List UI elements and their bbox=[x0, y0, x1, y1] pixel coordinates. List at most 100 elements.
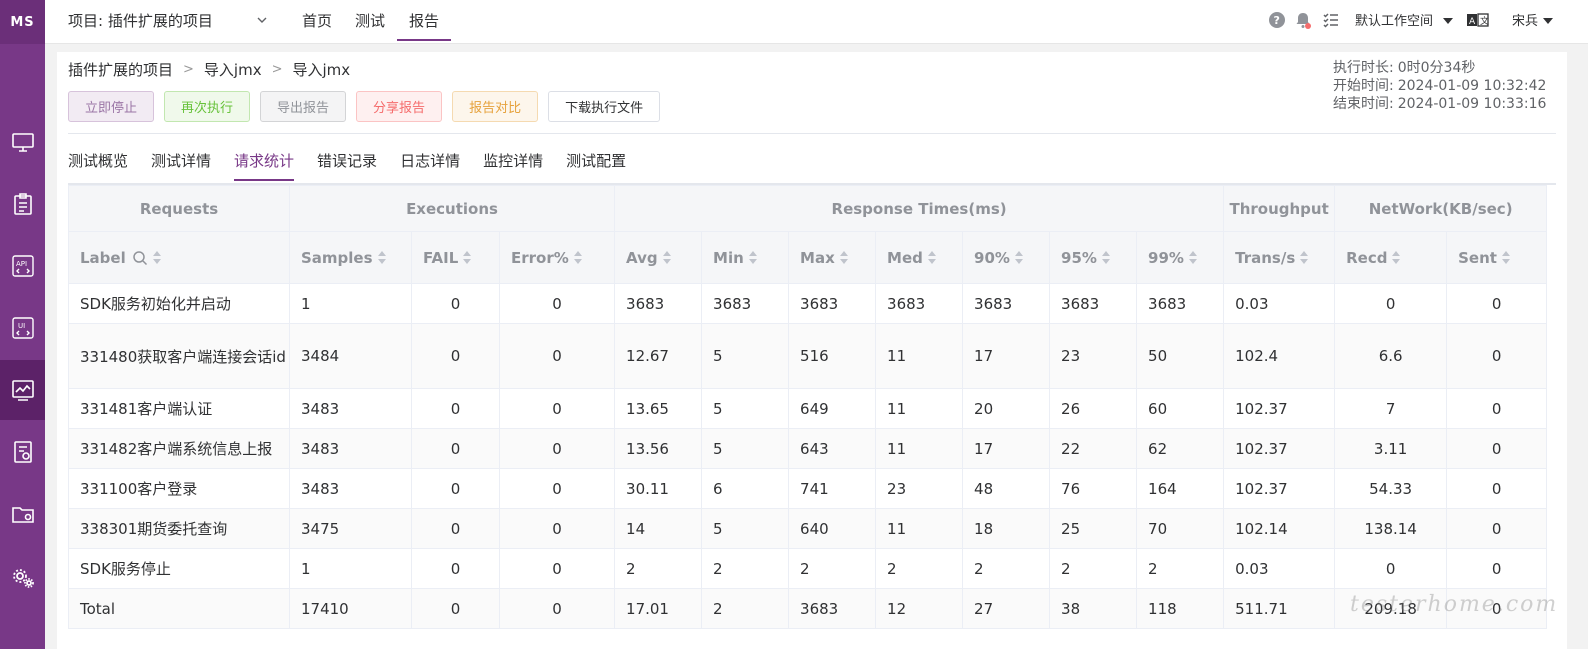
column-header-trans-per-sec[interactable]: Trans/s bbox=[1223, 231, 1336, 284]
nav-home[interactable]: 首页 bbox=[302, 10, 332, 31]
sort-icon[interactable] bbox=[1101, 251, 1111, 265]
stop-button[interactable]: 立即停止 bbox=[68, 91, 155, 122]
sort-icon[interactable] bbox=[152, 251, 162, 265]
watermark: testerhome.com bbox=[1350, 592, 1559, 617]
project-selector[interactable]: 项目: 插件扩展的项目 bbox=[68, 10, 213, 31]
rerun-button[interactable]: 再次执行 bbox=[164, 91, 251, 122]
tab-overview[interactable]: 测试概览 bbox=[68, 150, 128, 181]
api-icon: API bbox=[11, 255, 34, 277]
column-header-max[interactable]: Max bbox=[788, 231, 877, 284]
group-header-response-times: Response Times(ms) bbox=[614, 185, 1225, 232]
help-icon[interactable]: ? bbox=[1268, 11, 1286, 29]
tab-request-stats[interactable]: 请求统计 bbox=[234, 150, 295, 181]
column-header-label: 90% bbox=[974, 248, 1010, 267]
sort-icon[interactable] bbox=[1501, 251, 1511, 265]
column-header-avg[interactable]: Avg bbox=[614, 231, 703, 284]
bell-icon[interactable] bbox=[1294, 11, 1312, 29]
column-header-recd[interactable]: Recd bbox=[1334, 231, 1448, 284]
caret-down-icon[interactable] bbox=[1442, 11, 1454, 29]
sidebar-item-performance[interactable] bbox=[0, 360, 45, 420]
start-time-value: 2024-01-09 10:32:42 bbox=[1397, 78, 1547, 94]
monitor-icon bbox=[11, 133, 34, 152]
sort-icon[interactable] bbox=[748, 251, 758, 265]
column-header-fail[interactable]: FAIL bbox=[411, 231, 500, 284]
user-caret-down-icon[interactable] bbox=[1542, 11, 1554, 29]
cell-fail: 0 bbox=[411, 283, 500, 324]
cell-sent: 0 bbox=[1446, 548, 1548, 589]
tab-monitor[interactable]: 监控详情 bbox=[483, 150, 543, 181]
compare-report-button[interactable]: 报告对比 bbox=[452, 91, 539, 122]
task-list-icon[interactable] bbox=[1322, 11, 1340, 29]
sidebar-item-api[interactable]: API bbox=[0, 236, 45, 296]
sort-icon[interactable] bbox=[1188, 251, 1198, 265]
column-header-label[interactable]: Label bbox=[68, 231, 290, 284]
end-time-label: 结束时间: bbox=[1333, 96, 1394, 112]
column-header-med[interactable]: Med bbox=[875, 231, 964, 284]
search-icon[interactable] bbox=[132, 250, 148, 266]
cell-label: SDK服务停止 bbox=[68, 548, 290, 589]
cell-p99: 62 bbox=[1136, 428, 1225, 469]
workspace-selector[interactable]: 默认工作空间 bbox=[1355, 10, 1433, 29]
breadcrumb-report: 导入jmx bbox=[292, 61, 351, 79]
cell-recd: 0 bbox=[1334, 548, 1448, 589]
column-header-p90[interactable]: 90% bbox=[962, 231, 1051, 284]
sidebar-item-report[interactable] bbox=[0, 422, 45, 482]
tab-errors[interactable]: 错误记录 bbox=[317, 150, 377, 181]
cell-samples: 3484 bbox=[289, 323, 412, 389]
column-header-samples[interactable]: Samples bbox=[289, 231, 412, 284]
sidebar-item-settings[interactable] bbox=[0, 548, 45, 608]
sort-icon[interactable] bbox=[927, 251, 937, 265]
cell-fail: 0 bbox=[411, 508, 500, 549]
language-icon[interactable]: A文 bbox=[1466, 11, 1490, 29]
cell-med: 12 bbox=[875, 588, 964, 629]
breadcrumb-test[interactable]: 导入jmx bbox=[204, 59, 262, 80]
column-header-error-pct[interactable]: Error% bbox=[498, 231, 616, 284]
sort-icon[interactable] bbox=[1300, 251, 1309, 265]
cell-p95: 38 bbox=[1049, 588, 1138, 629]
sort-icon[interactable] bbox=[463, 251, 472, 265]
column-header-label: Max bbox=[800, 248, 835, 267]
nav-test[interactable]: 测试 bbox=[355, 10, 385, 31]
sort-icon[interactable] bbox=[839, 251, 849, 265]
column-header-p99[interactable]: 99% bbox=[1136, 231, 1225, 284]
cell-max: 516 bbox=[788, 323, 877, 389]
sort-icon[interactable] bbox=[377, 251, 387, 265]
cell-error-pct: 0 bbox=[498, 428, 616, 469]
column-header-p95[interactable]: 95% bbox=[1049, 231, 1138, 284]
nav-report[interactable]: 报告 bbox=[397, 10, 452, 41]
column-header-sent[interactable]: Sent bbox=[1446, 231, 1548, 284]
table-row: 331482客户端系统信息上报 3483 0 0 13.56 5 643 11 17 22 62 10… bbox=[68, 428, 1548, 469]
cell-trans-per-sec: 102.14 bbox=[1223, 508, 1336, 549]
chevron-down-icon[interactable] bbox=[255, 13, 269, 27]
cell-label: 331480获取客户端连接会话id bbox=[68, 323, 290, 389]
sort-icon[interactable] bbox=[662, 251, 672, 265]
sort-icon[interactable] bbox=[1392, 251, 1401, 265]
table-row: Total 17410 0 0 17.01 2 3683 12 27 38 118 511.71 209… bbox=[68, 588, 1548, 629]
tab-details[interactable]: 测试详情 bbox=[151, 150, 211, 181]
sidebar-item-workstation[interactable] bbox=[0, 112, 45, 172]
share-report-button[interactable]: 分享报告 bbox=[356, 91, 443, 122]
sidebar-item-test-tracking[interactable] bbox=[0, 174, 45, 234]
sort-icon[interactable] bbox=[1014, 251, 1024, 265]
column-header-label: Avg bbox=[626, 248, 658, 267]
cell-fail: 0 bbox=[411, 428, 500, 469]
cell-sent: 0 bbox=[1446, 323, 1548, 389]
sort-icon[interactable] bbox=[573, 251, 583, 265]
end-time-value: 2024-01-09 10:33:16 bbox=[1397, 96, 1547, 112]
cell-min: 5 bbox=[701, 428, 790, 469]
breadcrumb-project[interactable]: 插件扩展的项目 bbox=[68, 59, 173, 80]
cell-max: 2 bbox=[788, 548, 877, 589]
download-file-button[interactable]: 下载执行文件 bbox=[548, 91, 661, 122]
cell-avg: 13.56 bbox=[614, 428, 703, 469]
clipboard-icon bbox=[13, 193, 32, 215]
cell-min: 2 bbox=[701, 548, 790, 589]
column-header-min[interactable]: Min bbox=[701, 231, 790, 284]
sidebar-item-project[interactable] bbox=[0, 484, 45, 544]
report-tabs: 测试概览 测试详情 请求统计 错误记录 日志详情 监控详情 测试配置 bbox=[68, 150, 649, 181]
sidebar-item-ui[interactable]: UI bbox=[0, 298, 45, 358]
tab-config[interactable]: 测试配置 bbox=[566, 150, 626, 181]
user-menu[interactable]: 宋兵 bbox=[1512, 10, 1538, 29]
tab-logs[interactable]: 日志详情 bbox=[400, 150, 460, 181]
cell-avg: 30.11 bbox=[614, 468, 703, 509]
export-report-button[interactable]: 导出报告 bbox=[260, 91, 347, 122]
